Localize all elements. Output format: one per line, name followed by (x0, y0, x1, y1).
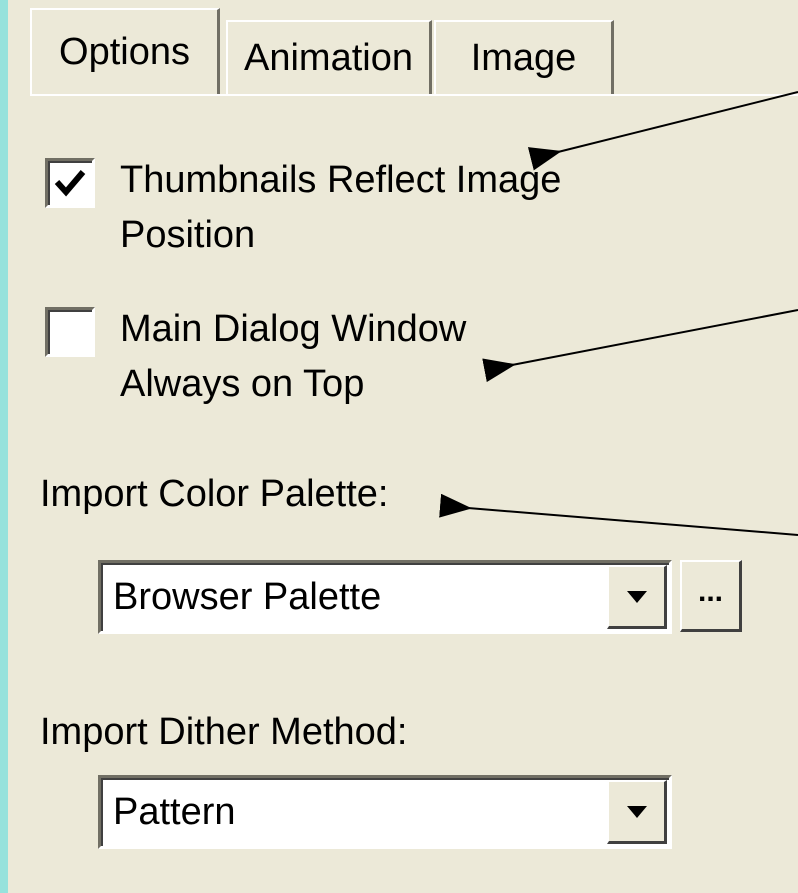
always-on-top-label: Main Dialog Window Always on Top (120, 308, 467, 405)
tab-animation[interactable]: Animation (226, 20, 432, 94)
checkmark-icon (54, 170, 86, 197)
tab-image[interactable]: Image (434, 20, 614, 94)
always-on-top-checkbox[interactable] (45, 307, 95, 357)
color-palette-dropdown-button[interactable] (607, 565, 667, 629)
color-palette-select[interactable]: Browser Palette (98, 560, 672, 634)
import-color-palette-label: Import Color Palette: (40, 473, 389, 515)
tab-strip: Options Animation Image (30, 8, 798, 96)
dither-method-select[interactable]: Pattern (98, 775, 672, 849)
dropdown-arrow-icon (626, 590, 647, 603)
dither-method-value: Pattern (113, 791, 236, 833)
thumbnails-reflect-label: Thumbnails Reflect Image Position (120, 159, 562, 256)
tab-options[interactable]: Options (30, 8, 220, 94)
dropdown-arrow-icon (626, 805, 647, 818)
color-palette-value: Browser Palette (113, 576, 382, 618)
import-dither-method-label: Import Dither Method: (40, 711, 408, 753)
browse-palette-button[interactable]: ... (680, 560, 742, 632)
dither-method-dropdown-button[interactable] (607, 780, 667, 844)
thumbnails-reflect-checkbox[interactable] (45, 158, 95, 208)
